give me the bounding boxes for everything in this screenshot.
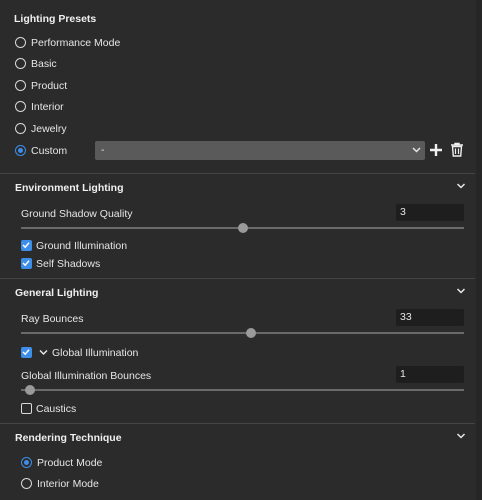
self-shadows-checkbox[interactable] <box>21 258 32 269</box>
expand-chevron-icon[interactable] <box>39 349 48 356</box>
gi-bounces-slider-handle[interactable] <box>24 385 35 395</box>
preset-label: Custom <box>31 145 68 157</box>
radio-product[interactable] <box>15 80 26 91</box>
caustics-label: Caustics <box>36 403 77 415</box>
rendering-option-label: Interior Mode <box>37 478 99 490</box>
radio-product-mode[interactable] <box>21 457 32 468</box>
ray-bounces-slider[interactable] <box>21 332 464 334</box>
radio-interior[interactable] <box>15 101 26 112</box>
self-shadows-label: Self Shadows <box>36 258 101 270</box>
rendering-technique-title: Rendering Technique <box>15 432 122 444</box>
trash-icon[interactable] <box>450 142 464 157</box>
section-divider <box>0 423 475 424</box>
collapse-chevron-icon[interactable] <box>456 182 466 190</box>
global-illumination-label: Global Illumination <box>52 347 139 359</box>
caustics-checkbox[interactable] <box>21 403 32 414</box>
ground-shadow-quality-label: Ground Shadow Quality <box>21 208 133 220</box>
global-illumination-checkbox[interactable] <box>21 347 32 358</box>
preset-label: Performance Mode <box>31 37 121 49</box>
radio-basic[interactable] <box>15 58 26 69</box>
radio-interior-mode[interactable] <box>21 478 32 489</box>
ray-bounces-label: Ray Bounces <box>21 313 84 325</box>
collapse-chevron-icon[interactable] <box>456 432 466 440</box>
gi-bounces-slider[interactable] <box>21 389 464 391</box>
section-divider <box>0 278 475 279</box>
radio-jewelry[interactable] <box>15 123 26 134</box>
preset-label: Basic <box>31 58 57 70</box>
ground-shadow-quality-field[interactable]: 3 <box>396 204 464 221</box>
collapse-chevron-icon[interactable] <box>456 287 466 295</box>
ray-bounces-field[interactable]: 33 <box>396 309 464 326</box>
ground-illumination-label: Ground Illumination <box>36 240 128 252</box>
radio-performance-mode[interactable] <box>15 37 26 48</box>
plus-icon[interactable] <box>429 143 443 157</box>
ground-shadow-quality-slider-handle[interactable] <box>237 223 248 233</box>
preset-label: Jewelry <box>31 123 67 135</box>
general-lighting-title: General Lighting <box>15 287 99 299</box>
preset-label: Interior <box>31 101 64 113</box>
dropdown-value: - <box>101 144 105 156</box>
radio-custom[interactable] <box>15 145 26 156</box>
chevron-down-icon <box>412 147 421 153</box>
ray-bounces-slider-handle[interactable] <box>246 328 257 338</box>
custom-preset-dropdown[interactable]: - <box>95 141 425 160</box>
rendering-option-label: Product Mode <box>37 457 103 469</box>
section-divider <box>0 173 475 174</box>
scrollbar-track[interactable] <box>476 0 482 500</box>
gi-bounces-field[interactable]: 1 <box>396 366 464 383</box>
ground-illumination-checkbox[interactable] <box>21 240 32 251</box>
lighting-presets-title: Lighting Presets <box>14 13 97 25</box>
gi-bounces-label: Global Illumination Bounces <box>21 370 152 382</box>
preset-label: Product <box>31 80 68 92</box>
environment-lighting-title: Environment Lighting <box>15 182 124 194</box>
